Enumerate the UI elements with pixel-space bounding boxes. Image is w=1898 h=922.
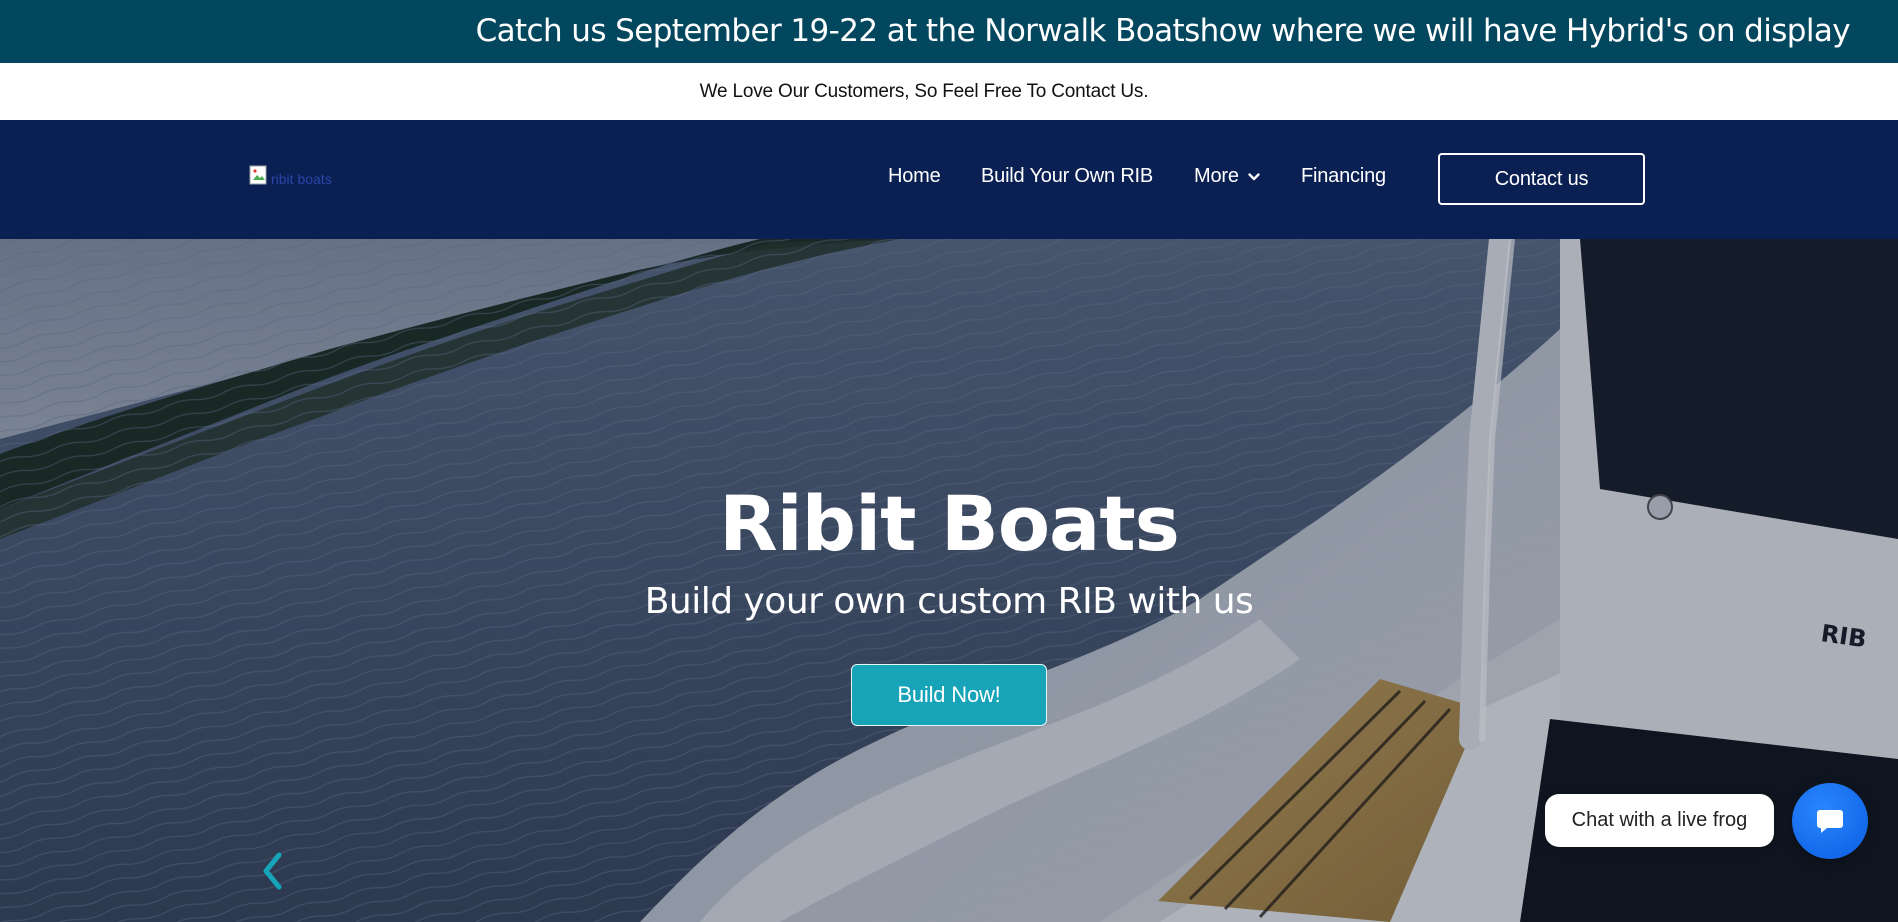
- nav-financing[interactable]: Financing: [1301, 165, 1386, 188]
- contact-us-button[interactable]: Contact us: [1438, 153, 1645, 205]
- nav-more-label: More: [1194, 165, 1239, 187]
- hero-title: Ribit Boats: [719, 479, 1180, 568]
- build-now-button[interactable]: Build Now!: [851, 664, 1047, 726]
- hero-subtitle: Build your own custom RIB with us: [644, 581, 1254, 622]
- nav-build-your-own-rib[interactable]: Build Your Own RIB: [981, 165, 1153, 188]
- chevron-left-icon[interactable]: [259, 849, 285, 893]
- nav-more[interactable]: More: [1194, 165, 1261, 188]
- chevron-down-icon: [1248, 172, 1260, 180]
- announcement-text: Catch us September 19-22 at the Norwalk …: [475, 13, 1851, 49]
- broken-image-icon: [249, 165, 267, 185]
- nav-home[interactable]: Home: [888, 165, 941, 188]
- contact-strip-text: We Love Our Customers, So Feel Free To C…: [699, 81, 1149, 102]
- logo-alt-text: ribit boats: [271, 171, 332, 187]
- site-header: ribit boats Home Build Your Own RIB More…: [0, 120, 1898, 239]
- chat-bubble[interactable]: Chat with a live frog: [1545, 794, 1774, 847]
- announcement-bar: Catch us September 19-22 at the Norwalk …: [0, 0, 1898, 63]
- chat-icon: [1817, 810, 1843, 833]
- contact-strip: We Love Our Customers, So Feel Free To C…: [0, 63, 1898, 120]
- chat-launcher-button[interactable]: [1792, 783, 1868, 859]
- site-logo[interactable]: ribit boats: [249, 165, 369, 191]
